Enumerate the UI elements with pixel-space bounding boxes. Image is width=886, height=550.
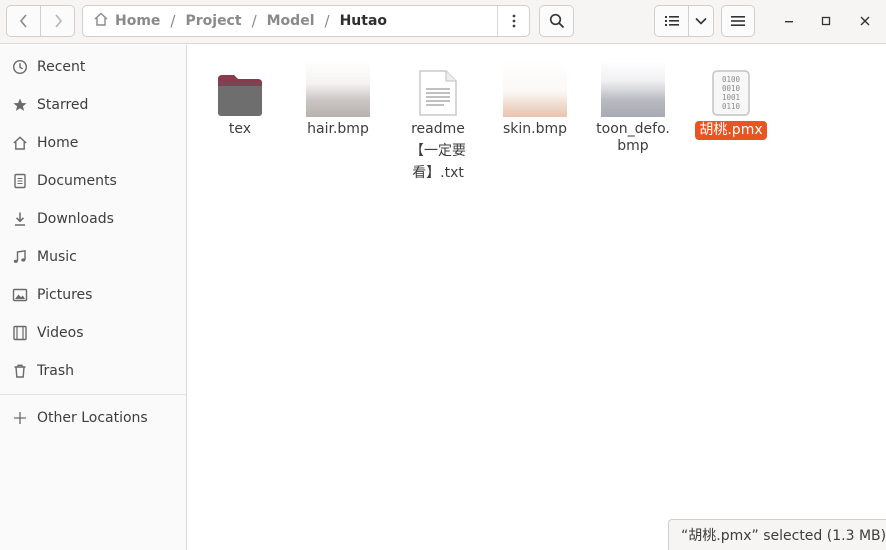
sidebar-item-label: Downloads [37,211,114,227]
sidebar-item-label: Documents [37,173,117,189]
file-item-tex[interactable]: tex [192,67,288,138]
breadcrumb: Home / Project / Model / Hutao [83,6,387,36]
sidebar-item-home[interactable]: Home [0,124,186,162]
header-bar: Home / Project / Model / Hutao [0,0,886,44]
sidebar-item-pictures[interactable]: Pictures [0,276,186,314]
maximize-button[interactable] [815,10,837,32]
chevron-down-icon [695,17,707,25]
breadcrumb-project[interactable]: Project [185,13,241,29]
sidebar-item-label: Videos [37,325,84,341]
path-menu-button[interactable] [497,6,530,36]
sidebar-item-documents[interactable]: Documents [0,162,186,200]
maximize-icon [821,16,831,26]
svg-text:0110: 0110 [722,102,741,111]
selection-status: “胡桃.pmx” selected (1.3 MB) [668,519,886,550]
file-item-hutao-pmx[interactable]: 0100 0010 1001 0110 胡桃.pmx [683,67,779,140]
file-item-readme-txt[interactable]: readme 【一定要 看】.txt [390,67,486,184]
sidebar-item-label: Recent [37,59,86,75]
breadcrumb-hutao[interactable]: Hutao [340,13,387,29]
search-icon [549,13,564,29]
list-view-icon [664,16,679,26]
search-button[interactable] [539,5,574,37]
text-file-icon [418,67,458,117]
file-item-hair-bmp[interactable]: hair.bmp [290,58,386,138]
sidebar-item-downloads[interactable]: Downloads [0,200,186,238]
file-view: tex hair.bmp readme 【一定要 看】.txt skin.bmp… [188,45,886,550]
file-name-line: readme [411,121,465,137]
file-name: skin.bmp [502,121,568,137]
svg-text:0010: 0010 [722,84,741,93]
sidebar-item-recent[interactable]: Recent [0,48,186,86]
file-name: toon_defo. bmp [596,121,670,155]
svg-text:0100: 0100 [722,75,741,84]
file-name-line: toon_defo. [596,121,670,137]
view-list-button[interactable] [654,5,689,37]
video-icon [11,324,29,342]
file-name-line: bmp [617,138,649,154]
plus-icon [11,409,29,427]
sidebar-item-label: Starred [37,97,89,113]
minimize-button[interactable] [778,10,800,32]
image-thumbnail [306,58,370,117]
kebab-menu-icon [512,14,516,28]
picture-icon [11,286,29,304]
sidebar-item-label: Home [37,135,79,151]
breadcrumb-home[interactable]: Home [115,13,160,29]
sidebar-item-starred[interactable]: Starred [0,86,186,124]
image-thumbnail [503,58,567,117]
chevron-right-icon [54,14,62,28]
sidebar-item-other-locations[interactable]: Other Locations [0,399,186,437]
music-icon [11,248,29,266]
close-button[interactable] [854,10,876,32]
file-name-line: 看】.txt [412,165,464,181]
binary-file-icon: 0100 0010 1001 0110 [711,67,751,117]
home-icon [93,11,109,31]
path-bar: Home / Project / Model / Hutao [82,5,530,37]
minimize-icon [785,21,793,23]
sidebar-divider [0,394,186,395]
sidebar-item-label: Trash [37,363,74,379]
svg-text:1001: 1001 [722,93,740,102]
clock-icon [11,58,29,76]
sidebar: Recent Starred Home Documents Downloads … [0,45,187,550]
main-menu-button[interactable] [721,5,755,37]
breadcrumb-model[interactable]: Model [267,13,315,29]
sidebar-item-label: Music [37,249,77,265]
breadcrumb-separator: / [170,12,176,30]
download-icon [11,210,29,228]
file-name: 胡桃.pmx [695,121,767,140]
trash-icon [11,362,29,380]
folder-icon [216,67,264,117]
chevron-left-icon [19,14,27,28]
breadcrumb-separator: / [324,12,330,30]
hamburger-menu-icon [731,16,745,26]
file-name: tex [228,121,252,137]
sidebar-item-music[interactable]: Music [0,238,186,276]
sidebar-item-videos[interactable]: Videos [0,314,186,352]
back-button[interactable] [6,5,41,37]
sidebar-item-label: Pictures [37,287,93,303]
view-options-button[interactable] [688,5,714,37]
close-icon [860,16,870,26]
file-item-toon-defo-bmp[interactable]: toon_defo. bmp [585,58,681,155]
document-icon [11,172,29,190]
sidebar-item-label: Other Locations [37,410,148,426]
file-item-skin-bmp[interactable]: skin.bmp [487,58,583,138]
forward-button[interactable] [40,5,75,37]
file-name: readme 【一定要 看】.txt [410,118,466,184]
star-icon [11,96,29,114]
sidebar-item-trash[interactable]: Trash [0,352,186,390]
image-thumbnail [601,58,665,117]
home-icon [11,134,29,152]
file-name: hair.bmp [307,121,369,137]
breadcrumb-separator: / [251,12,257,30]
file-name-line: 【一定要 [410,143,466,159]
